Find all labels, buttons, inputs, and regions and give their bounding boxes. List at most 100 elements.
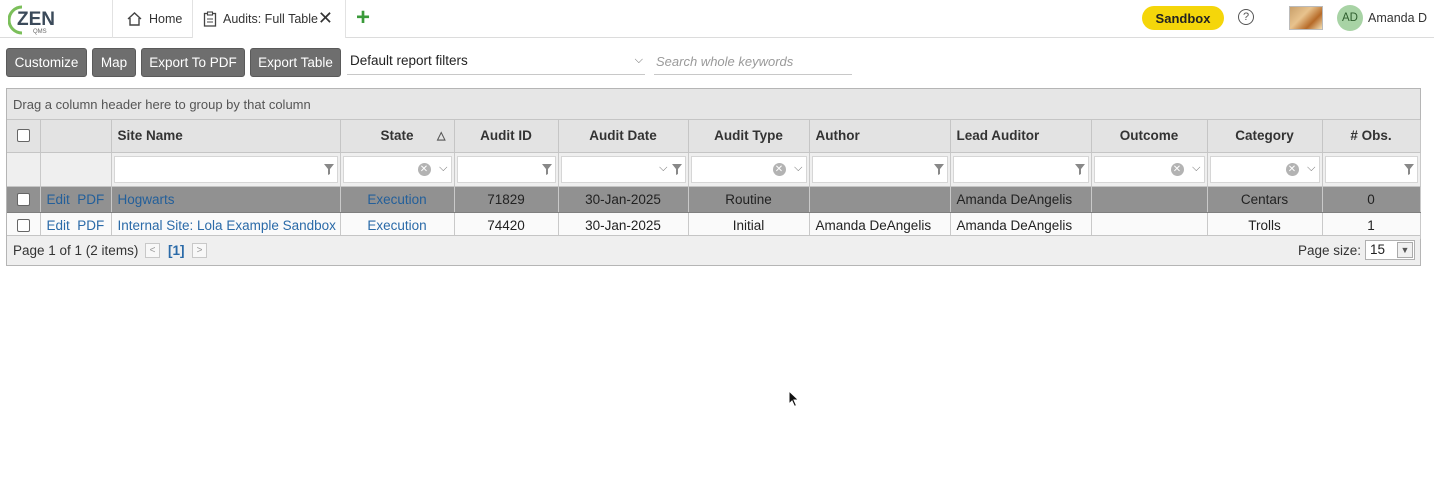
audits-table: Site Name State △ Audit ID Audit Date Aud…: [7, 120, 1421, 239]
filter-audit-id[interactable]: [454, 152, 559, 187]
select-all-header[interactable]: [7, 120, 41, 153]
column-header-site-name[interactable]: Site Name: [111, 120, 341, 153]
user-name[interactable]: Amanda D: [1368, 11, 1427, 25]
chevron-down-icon[interactable]: ⌵: [439, 162, 447, 175]
column-header-audit-type[interactable]: Audit Type: [688, 120, 810, 153]
top-bar: ZEN QMS Home Audits: Full Table ✕ + Sand…: [0, 0, 1434, 38]
export-table-button[interactable]: Export Table: [250, 48, 341, 77]
sandbox-badge[interactable]: Sandbox: [1142, 6, 1224, 30]
cell-state[interactable]: Execution: [340, 186, 455, 213]
sort-ascending-icon: △: [437, 130, 446, 142]
clear-filter-icon[interactable]: ✕: [1170, 162, 1184, 176]
page-size-label: Page size:: [1298, 243, 1362, 258]
environment-thumbnail[interactable]: [1289, 6, 1323, 30]
filter-funnel-icon[interactable]: [933, 163, 944, 175]
clear-filter-icon[interactable]: ✕: [1285, 162, 1299, 176]
column-header-outcome[interactable]: Outcome: [1091, 120, 1208, 153]
page-number-link[interactable]: [1]: [168, 243, 185, 258]
report-filters-select[interactable]: Default report filters ⌵: [347, 48, 645, 75]
column-header-state[interactable]: State △: [340, 120, 455, 153]
chevron-down-icon[interactable]: ▼: [1397, 242, 1413, 258]
cell-audit-type: Routine: [688, 186, 810, 213]
zen-qms-logo[interactable]: ZEN QMS: [7, 3, 68, 35]
tab-audits-label: Audits: Full Table: [223, 12, 318, 26]
chevron-down-icon[interactable]: ⌵: [1192, 162, 1200, 175]
logo-sub-text: QMS: [33, 29, 47, 35]
cell-audit-id: 71829: [454, 186, 559, 213]
edit-link[interactable]: Edit: [47, 192, 70, 207]
pager: Page 1 of 1 (2 items) < [1] > Page size:…: [7, 235, 1420, 265]
audits-grid: Drag a column header here to group by th…: [6, 88, 1421, 266]
filter-site-name[interactable]: [111, 152, 341, 187]
chevron-down-icon: ⌵: [634, 54, 643, 66]
cell-category: Centars: [1207, 186, 1323, 213]
map-button[interactable]: Map: [92, 48, 136, 77]
filter-funnel-icon[interactable]: [1403, 163, 1414, 175]
column-header-author[interactable]: Author: [809, 120, 951, 153]
filter-state[interactable]: ✕ ⌵: [340, 152, 455, 187]
pdf-link[interactable]: PDF: [77, 218, 104, 233]
filter-funnel-icon[interactable]: [671, 163, 682, 175]
customize-button[interactable]: Customize: [6, 48, 87, 77]
row-checkbox[interactable]: [16, 192, 30, 206]
clear-filter-icon[interactable]: ✕: [772, 162, 786, 176]
filter-audit-date[interactable]: ⌵: [558, 152, 689, 187]
clear-filter-icon[interactable]: ✕: [417, 162, 431, 176]
column-header-category[interactable]: Category: [1207, 120, 1323, 153]
tab-home[interactable]: Home: [112, 0, 192, 38]
mouse-cursor-icon: [788, 390, 800, 408]
close-tab-icon[interactable]: ✕: [318, 9, 333, 27]
cell-lead-auditor: Amanda DeAngelis: [950, 186, 1092, 213]
chevron-down-icon[interactable]: ⌵: [659, 162, 667, 175]
filter-category[interactable]: ✕ ⌵: [1207, 152, 1323, 187]
filter-funnel-icon[interactable]: [323, 163, 334, 175]
filter-outcome[interactable]: ✕ ⌵: [1091, 152, 1208, 187]
clipboard-icon: [203, 11, 217, 27]
row-checkbox-cell[interactable]: [7, 186, 41, 213]
state-link[interactable]: Execution: [367, 218, 426, 233]
page-size-value: 15: [1370, 242, 1386, 257]
pager-info: Page 1 of 1 (2 items): [13, 243, 139, 258]
header-row: Site Name State △ Audit ID Audit Date Aud…: [7, 120, 1421, 153]
pdf-link[interactable]: PDF: [77, 192, 104, 207]
filter-cell-empty: [7, 152, 41, 187]
chevron-down-icon[interactable]: ⌵: [1307, 162, 1315, 175]
filter-funnel-icon[interactable]: [541, 163, 552, 175]
user-avatar[interactable]: AD: [1337, 5, 1363, 31]
site-name-link[interactable]: Internal Site: Lola Example Sandbox: [118, 218, 336, 233]
tab-audits-full-table[interactable]: Audits: Full Table ✕: [192, 0, 346, 38]
report-filters-value: Default report filters: [350, 53, 468, 68]
chevron-down-icon[interactable]: ⌵: [794, 162, 802, 175]
help-icon[interactable]: ?: [1238, 9, 1254, 25]
cell-outcome: [1091, 186, 1208, 213]
cell-audit-date: 30-Jan-2025: [558, 186, 689, 213]
group-by-panel[interactable]: Drag a column header here to group by th…: [7, 89, 1420, 120]
filter-audit-type[interactable]: ✕ ⌵: [688, 152, 810, 187]
home-icon: [127, 12, 142, 26]
state-link[interactable]: Execution: [367, 192, 426, 207]
tab-home-label: Home: [149, 12, 183, 26]
next-page-icon[interactable]: >: [192, 243, 207, 258]
prev-page-icon[interactable]: <: [145, 243, 160, 258]
table-row[interactable]: Edit PDF Hogwarts Execution 71829 30-Jan…: [7, 186, 1421, 213]
column-header-audit-date[interactable]: Audit Date: [558, 120, 689, 153]
column-header-lead-auditor[interactable]: Lead Auditor: [950, 120, 1092, 153]
filter-author[interactable]: [809, 152, 951, 187]
column-header-audit-id[interactable]: Audit ID: [454, 120, 559, 153]
edit-link[interactable]: Edit: [47, 218, 70, 233]
filter-funnel-icon[interactable]: [1074, 163, 1085, 175]
filter-lead-auditor[interactable]: [950, 152, 1092, 187]
column-header-state-label: State: [380, 128, 414, 144]
page-size-select[interactable]: 15 ▼: [1365, 240, 1415, 260]
cell-site-name[interactable]: Hogwarts: [111, 186, 341, 213]
filter-row: ✕ ⌵ ⌵ ✕ ⌵ ✕ ⌵ ✕ ⌵: [7, 152, 1421, 187]
select-all-checkbox[interactable]: [16, 129, 30, 143]
site-name-link[interactable]: Hogwarts: [118, 192, 175, 207]
cell-obs: 0: [1322, 186, 1421, 213]
filter-obs[interactable]: [1322, 152, 1421, 187]
keyword-search-input[interactable]: [654, 48, 852, 75]
column-header-obs[interactable]: # Obs.: [1322, 120, 1421, 153]
row-checkbox[interactable]: [16, 218, 30, 232]
export-to-pdf-button[interactable]: Export To PDF: [141, 48, 245, 77]
add-tab-icon[interactable]: +: [356, 5, 370, 31]
